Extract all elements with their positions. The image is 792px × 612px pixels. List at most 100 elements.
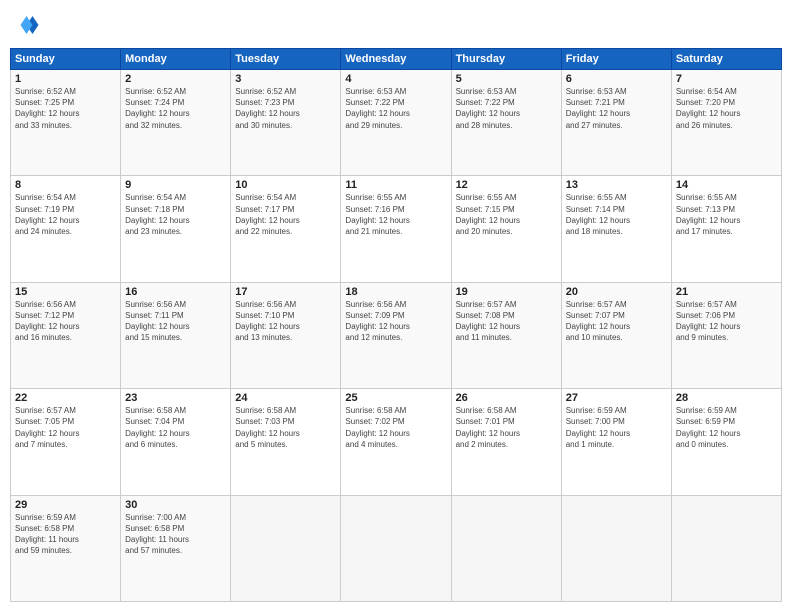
day-number: 17 [235, 286, 336, 298]
day-number: 21 [676, 286, 777, 298]
day-number: 10 [235, 179, 336, 191]
logo [10, 10, 44, 40]
calendar-cell: 22Sunrise: 6:57 AM Sunset: 7:05 PM Dayli… [11, 389, 121, 495]
day-info: Sunrise: 6:53 AM Sunset: 7:22 PM Dayligh… [456, 86, 557, 131]
calendar-table: SundayMondayTuesdayWednesdayThursdayFrid… [10, 48, 782, 602]
calendar-cell: 26Sunrise: 6:58 AM Sunset: 7:01 PM Dayli… [451, 389, 561, 495]
day-number: 11 [345, 179, 446, 191]
calendar-cell: 1Sunrise: 6:52 AM Sunset: 7:25 PM Daylig… [11, 70, 121, 176]
day-info: Sunrise: 6:55 AM Sunset: 7:16 PM Dayligh… [345, 192, 446, 237]
header [10, 10, 782, 40]
day-info: Sunrise: 6:59 AM Sunset: 6:59 PM Dayligh… [676, 405, 777, 450]
day-info: Sunrise: 6:52 AM Sunset: 7:25 PM Dayligh… [15, 86, 116, 131]
calendar-cell: 7Sunrise: 6:54 AM Sunset: 7:20 PM Daylig… [671, 70, 781, 176]
calendar-cell: 27Sunrise: 6:59 AM Sunset: 7:00 PM Dayli… [561, 389, 671, 495]
day-number: 4 [345, 73, 446, 85]
day-info: Sunrise: 6:57 AM Sunset: 7:08 PM Dayligh… [456, 299, 557, 344]
calendar-cell: 6Sunrise: 6:53 AM Sunset: 7:21 PM Daylig… [561, 70, 671, 176]
weekday-header-saturday: Saturday [671, 49, 781, 70]
calendar-cell: 24Sunrise: 6:58 AM Sunset: 7:03 PM Dayli… [231, 389, 341, 495]
weekday-header-monday: Monday [121, 49, 231, 70]
day-info: Sunrise: 6:56 AM Sunset: 7:12 PM Dayligh… [15, 299, 116, 344]
weekday-header-tuesday: Tuesday [231, 49, 341, 70]
day-info: Sunrise: 6:57 AM Sunset: 7:06 PM Dayligh… [676, 299, 777, 344]
day-number: 28 [676, 392, 777, 404]
day-info: Sunrise: 6:56 AM Sunset: 7:10 PM Dayligh… [235, 299, 336, 344]
day-number: 9 [125, 179, 226, 191]
weekday-header-row: SundayMondayTuesdayWednesdayThursdayFrid… [11, 49, 782, 70]
calendar-week-2: 8Sunrise: 6:54 AM Sunset: 7:19 PM Daylig… [11, 176, 782, 282]
calendar-cell: 17Sunrise: 6:56 AM Sunset: 7:10 PM Dayli… [231, 282, 341, 388]
day-number: 30 [125, 499, 226, 511]
calendar-week-3: 15Sunrise: 6:56 AM Sunset: 7:12 PM Dayli… [11, 282, 782, 388]
day-info: Sunrise: 6:57 AM Sunset: 7:05 PM Dayligh… [15, 405, 116, 450]
day-info: Sunrise: 6:57 AM Sunset: 7:07 PM Dayligh… [566, 299, 667, 344]
day-info: Sunrise: 6:55 AM Sunset: 7:15 PM Dayligh… [456, 192, 557, 237]
day-number: 12 [456, 179, 557, 191]
day-info: Sunrise: 6:54 AM Sunset: 7:18 PM Dayligh… [125, 192, 226, 237]
day-number: 13 [566, 179, 667, 191]
calendar-cell: 18Sunrise: 6:56 AM Sunset: 7:09 PM Dayli… [341, 282, 451, 388]
day-info: Sunrise: 6:52 AM Sunset: 7:23 PM Dayligh… [235, 86, 336, 131]
calendar-cell: 3Sunrise: 6:52 AM Sunset: 7:23 PM Daylig… [231, 70, 341, 176]
calendar-cell: 5Sunrise: 6:53 AM Sunset: 7:22 PM Daylig… [451, 70, 561, 176]
day-number: 2 [125, 73, 226, 85]
calendar-cell: 15Sunrise: 6:56 AM Sunset: 7:12 PM Dayli… [11, 282, 121, 388]
day-number: 19 [456, 286, 557, 298]
day-info: Sunrise: 6:52 AM Sunset: 7:24 PM Dayligh… [125, 86, 226, 131]
day-info: Sunrise: 6:55 AM Sunset: 7:13 PM Dayligh… [676, 192, 777, 237]
page: SundayMondayTuesdayWednesdayThursdayFrid… [0, 0, 792, 612]
day-number: 26 [456, 392, 557, 404]
calendar-cell: 23Sunrise: 6:58 AM Sunset: 7:04 PM Dayli… [121, 389, 231, 495]
calendar-cell: 13Sunrise: 6:55 AM Sunset: 7:14 PM Dayli… [561, 176, 671, 282]
weekday-header-wednesday: Wednesday [341, 49, 451, 70]
day-info: Sunrise: 6:58 AM Sunset: 7:01 PM Dayligh… [456, 405, 557, 450]
day-number: 1 [15, 73, 116, 85]
calendar-cell: 19Sunrise: 6:57 AM Sunset: 7:08 PM Dayli… [451, 282, 561, 388]
day-info: Sunrise: 6:54 AM Sunset: 7:19 PM Dayligh… [15, 192, 116, 237]
day-info: Sunrise: 6:53 AM Sunset: 7:22 PM Dayligh… [345, 86, 446, 131]
day-info: Sunrise: 6:56 AM Sunset: 7:09 PM Dayligh… [345, 299, 446, 344]
logo-icon [10, 10, 40, 40]
weekday-header-sunday: Sunday [11, 49, 121, 70]
calendar-cell [451, 495, 561, 601]
calendar-cell: 4Sunrise: 6:53 AM Sunset: 7:22 PM Daylig… [341, 70, 451, 176]
calendar-week-4: 22Sunrise: 6:57 AM Sunset: 7:05 PM Dayli… [11, 389, 782, 495]
calendar-cell: 16Sunrise: 6:56 AM Sunset: 7:11 PM Dayli… [121, 282, 231, 388]
day-number: 29 [15, 499, 116, 511]
day-number: 22 [15, 392, 116, 404]
day-info: Sunrise: 7:00 AM Sunset: 6:58 PM Dayligh… [125, 512, 226, 557]
day-number: 25 [345, 392, 446, 404]
day-info: Sunrise: 6:56 AM Sunset: 7:11 PM Dayligh… [125, 299, 226, 344]
day-info: Sunrise: 6:59 AM Sunset: 7:00 PM Dayligh… [566, 405, 667, 450]
calendar-cell [561, 495, 671, 601]
day-info: Sunrise: 6:55 AM Sunset: 7:14 PM Dayligh… [566, 192, 667, 237]
day-info: Sunrise: 6:59 AM Sunset: 6:58 PM Dayligh… [15, 512, 116, 557]
calendar-cell [671, 495, 781, 601]
calendar-cell: 12Sunrise: 6:55 AM Sunset: 7:15 PM Dayli… [451, 176, 561, 282]
day-number: 7 [676, 73, 777, 85]
weekday-header-friday: Friday [561, 49, 671, 70]
calendar-week-1: 1Sunrise: 6:52 AM Sunset: 7:25 PM Daylig… [11, 70, 782, 176]
day-number: 8 [15, 179, 116, 191]
day-number: 20 [566, 286, 667, 298]
calendar-cell: 10Sunrise: 6:54 AM Sunset: 7:17 PM Dayli… [231, 176, 341, 282]
weekday-header-thursday: Thursday [451, 49, 561, 70]
day-number: 16 [125, 286, 226, 298]
calendar-cell: 9Sunrise: 6:54 AM Sunset: 7:18 PM Daylig… [121, 176, 231, 282]
day-number: 15 [15, 286, 116, 298]
calendar-cell: 8Sunrise: 6:54 AM Sunset: 7:19 PM Daylig… [11, 176, 121, 282]
calendar-cell: 20Sunrise: 6:57 AM Sunset: 7:07 PM Dayli… [561, 282, 671, 388]
calendar-cell [341, 495, 451, 601]
day-number: 23 [125, 392, 226, 404]
calendar-cell: 11Sunrise: 6:55 AM Sunset: 7:16 PM Dayli… [341, 176, 451, 282]
day-number: 6 [566, 73, 667, 85]
calendar-cell: 2Sunrise: 6:52 AM Sunset: 7:24 PM Daylig… [121, 70, 231, 176]
day-number: 24 [235, 392, 336, 404]
calendar-cell: 21Sunrise: 6:57 AM Sunset: 7:06 PM Dayli… [671, 282, 781, 388]
day-info: Sunrise: 6:58 AM Sunset: 7:02 PM Dayligh… [345, 405, 446, 450]
day-info: Sunrise: 6:58 AM Sunset: 7:03 PM Dayligh… [235, 405, 336, 450]
day-info: Sunrise: 6:53 AM Sunset: 7:21 PM Dayligh… [566, 86, 667, 131]
calendar-week-5: 29Sunrise: 6:59 AM Sunset: 6:58 PM Dayli… [11, 495, 782, 601]
calendar-cell: 29Sunrise: 6:59 AM Sunset: 6:58 PM Dayli… [11, 495, 121, 601]
